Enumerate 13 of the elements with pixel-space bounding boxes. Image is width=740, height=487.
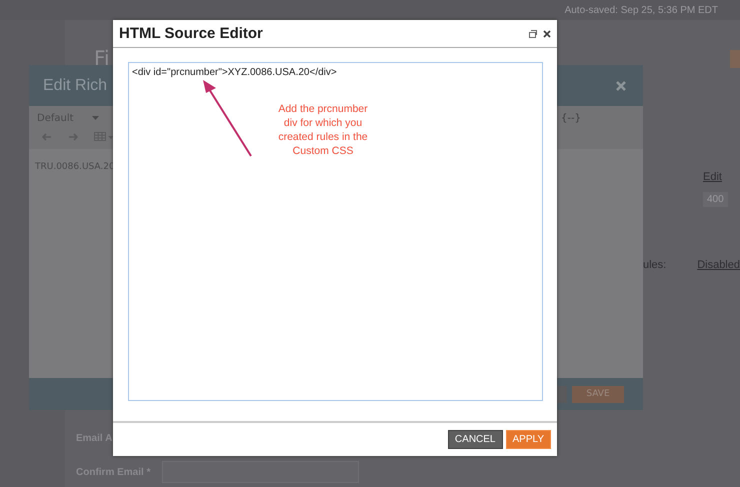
dialog-title: Edit Rich: [43, 76, 108, 94]
annotation-text: Add the prcnumber div for which you created rules in the Custom CSS: [277, 102, 369, 158]
caret-icon: [92, 116, 99, 120]
restore-icon[interactable]: [529, 30, 537, 38]
cancel-button[interactable]: CANCEL: [448, 430, 502, 449]
redo-icon[interactable]: [68, 133, 78, 141]
table-icon[interactable]: [94, 132, 114, 142]
close-icon[interactable]: [543, 30, 551, 38]
dialog-title: HTML Source Editor: [119, 25, 263, 42]
autosave-status: Auto-saved: Sep 25, 5:36 PM EDT: [564, 4, 718, 16]
token-text: {--}: [561, 112, 581, 124]
apply-button[interactable]: APPLY: [506, 430, 551, 449]
undo-icon[interactable]: [42, 133, 52, 141]
